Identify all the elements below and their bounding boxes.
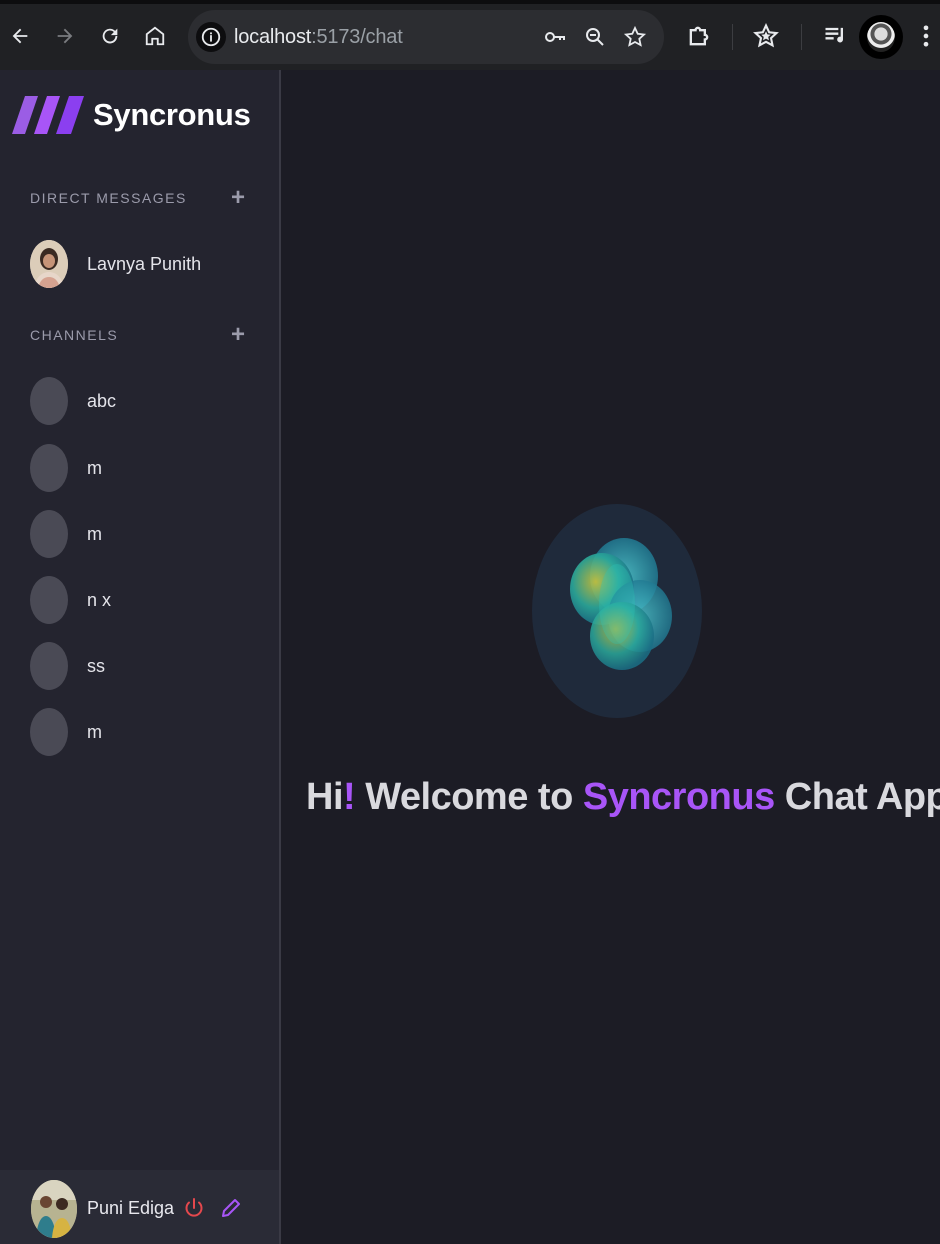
channel-name: m: [87, 721, 102, 742]
channel-item[interactable]: ss: [30, 642, 105, 690]
contact-avatar: [30, 240, 68, 288]
orb-icon: [570, 538, 672, 670]
channel-name: ss: [87, 655, 105, 676]
toolbar-divider: [732, 24, 733, 50]
channels-section-title: CHANNELS: [30, 327, 119, 343]
dm-section-title: DIRECT MESSAGES: [30, 190, 187, 206]
channel-avatar: [30, 642, 68, 690]
url-host: localhost: [234, 26, 312, 48]
welcome-heading: Hi! Welcome to Syncronus Chat App.: [306, 776, 940, 819]
dm-contact[interactable]: Lavnya Punith: [30, 240, 201, 288]
channel-avatar: [30, 708, 68, 756]
add-dm-plus-icon[interactable]: +: [231, 186, 245, 210]
channel-item[interactable]: m: [30, 444, 102, 492]
welcome-hi: Hi: [306, 776, 344, 818]
extensions-icon[interactable]: [685, 22, 713, 50]
channels-section-header: CHANNELS +: [30, 323, 245, 347]
forward-icon[interactable]: [51, 22, 79, 50]
chat-empty-state: Hi! Welcome to Syncronus Chat App.: [281, 70, 940, 1244]
welcome-rest: Chat App: [774, 776, 940, 818]
back-icon[interactable]: [6, 22, 34, 50]
edit-profile-pencil-icon[interactable]: [219, 1196, 243, 1220]
user-profile-bar: Puni Ediga: [0, 1170, 279, 1244]
browser-toolbar: localhost:5173/chat: [0, 0, 940, 70]
menu-more-icon[interactable]: [912, 22, 940, 50]
profile-avatar[interactable]: [859, 15, 903, 59]
channel-avatar: [30, 444, 68, 492]
welcome-text: Welcome to: [355, 776, 583, 818]
app-name: Syncronus: [93, 97, 251, 132]
toolbar-divider: [801, 24, 802, 50]
favorites-icon[interactable]: [752, 22, 780, 50]
channel-avatar: [30, 377, 68, 425]
url-text[interactable]: localhost:5173/chat: [234, 26, 403, 49]
logo-mark-icon: [12, 96, 84, 134]
channel-item[interactable]: m: [30, 510, 102, 558]
channel-avatar: [30, 576, 68, 624]
media-control-icon[interactable]: [822, 22, 850, 50]
bookmark-star-icon[interactable]: [623, 25, 647, 49]
add-channel-plus-icon[interactable]: +: [231, 323, 245, 347]
channel-item[interactable]: abc: [30, 377, 116, 425]
url-path: :5173/chat: [311, 26, 403, 48]
channel-name: m: [87, 457, 102, 478]
dm-section-header: DIRECT MESSAGES +: [30, 186, 245, 210]
home-icon[interactable]: [141, 22, 169, 50]
key-icon[interactable]: [543, 25, 567, 49]
channel-item[interactable]: m: [30, 708, 102, 756]
channel-item[interactable]: n x: [30, 576, 111, 624]
zoom-icon[interactable]: [583, 25, 607, 49]
channel-avatar: [30, 510, 68, 558]
logout-power-icon[interactable]: [182, 1196, 206, 1220]
app-logo[interactable]: Syncronus: [12, 96, 251, 134]
welcome-brand: Syncronus: [582, 776, 775, 818]
user-name: Puni Ediga: [87, 1198, 175, 1218]
welcome-exclamation: !: [343, 776, 356, 818]
user-avatar[interactable]: [31, 1180, 77, 1238]
channel-name: n x: [87, 589, 112, 610]
sidebar: Syncronus DIRECT MESSAGES + Lavnya Punit…: [0, 70, 279, 1244]
channel-name: abc: [87, 390, 117, 411]
channel-name: m: [87, 523, 102, 544]
welcome-animation: [532, 504, 702, 718]
contact-name: Lavnya Punith: [87, 253, 202, 274]
address-bar[interactable]: localhost:5173/chat: [188, 10, 664, 64]
site-info-icon[interactable]: [196, 22, 226, 52]
reload-icon[interactable]: [96, 22, 124, 50]
